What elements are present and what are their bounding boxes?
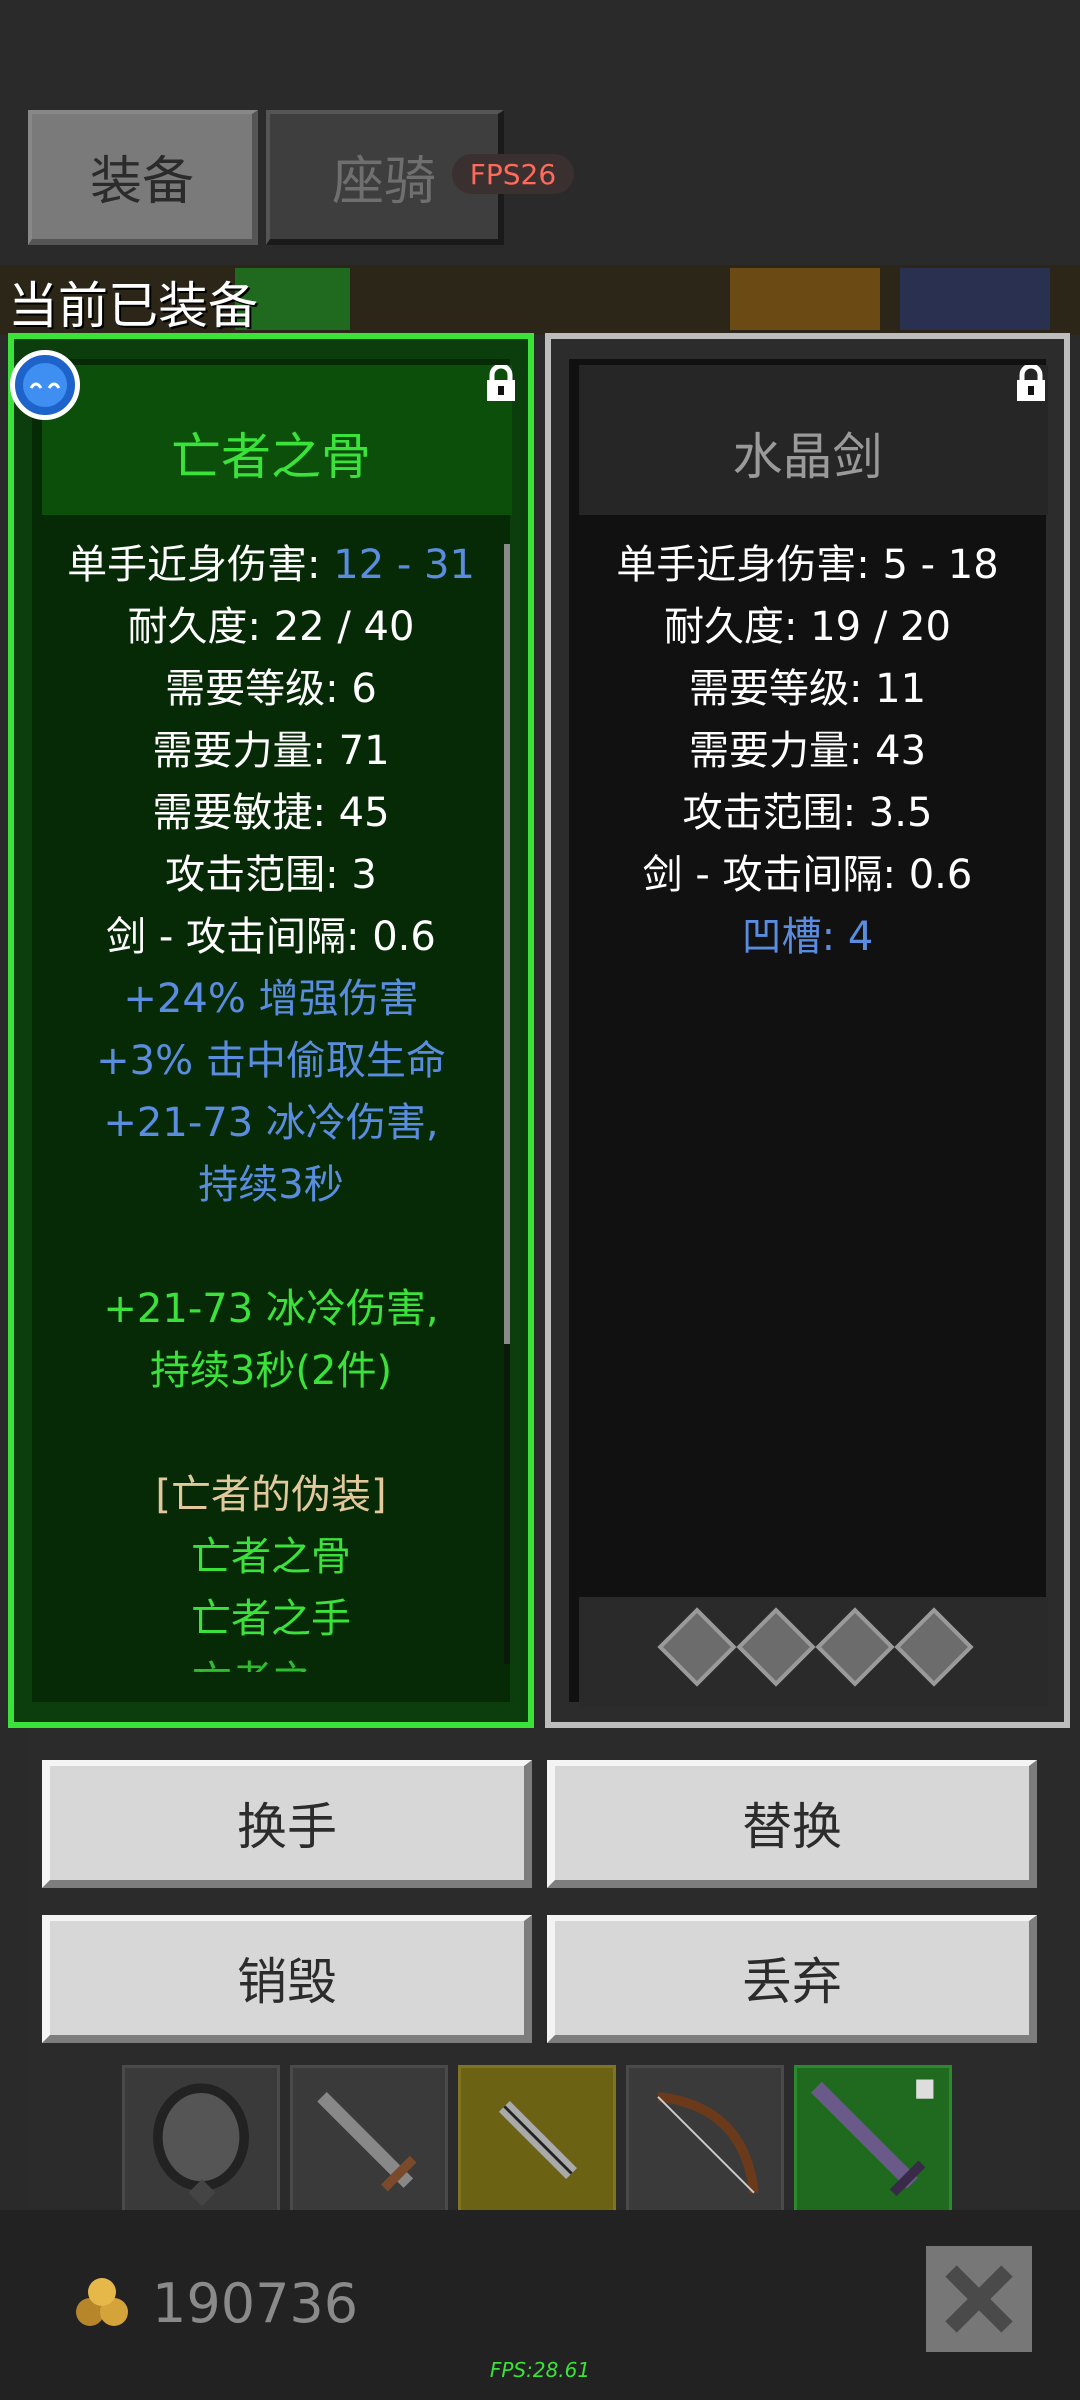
gold-coins-icon: [70, 2274, 134, 2330]
item-stats: 单手近身伤害: 12 - 31 耐久度: 22 / 40 需要等级: 6 需要力…: [14, 534, 528, 1672]
stat-line: 耐久度: 19 / 20: [664, 604, 951, 650]
socket-bar: [579, 1597, 1048, 1707]
set-item: 亡者之骨: [191, 1534, 351, 1580]
inventory-slot-bone-sword[interactable]: [794, 2065, 952, 2213]
inventory-slot-bow[interactable]: [626, 2065, 784, 2213]
sockets-label: 凹槽: 4: [741, 914, 874, 960]
magic-stat: 持续3秒: [198, 1162, 344, 1208]
avatar: [10, 350, 80, 420]
set-bonus: 持续3秒(2件): [149, 1348, 393, 1394]
close-icon: [945, 2265, 1013, 2333]
stat-line: 需要敏捷: 45: [152, 790, 390, 836]
inventory-slot-shield[interactable]: [122, 2065, 280, 2213]
stat-line: 需要力量: 43: [688, 728, 927, 774]
inventory-slot[interactable]: [900, 268, 1050, 330]
stat-line: 剑 - 攻击间隔: 0.6: [106, 914, 436, 960]
close-button[interactable]: [926, 2246, 1032, 2352]
replace-button[interactable]: 替换: [547, 1760, 1037, 1888]
stat-line: 需要力量: 71: [152, 728, 390, 774]
magic-stat: +21-73 冰冷伤害,: [103, 1100, 439, 1146]
compare-item-panel: 水晶剑 单手近身伤害: 5 - 18 耐久度: 19 / 20 需要等级: 11…: [545, 333, 1070, 1728]
stat-line: 耐久度: 22 / 40: [127, 604, 415, 650]
lock-icon[interactable]: [1014, 363, 1048, 403]
stat-value: 12 - 31: [333, 542, 475, 588]
shield-icon: [153, 2083, 249, 2207]
sword-icon: [317, 2092, 417, 2192]
stat-line: 需要等级: 6: [165, 666, 377, 712]
inventory-slot-dagger[interactable]: [458, 2065, 616, 2213]
set-item: 亡者之...: [14, 1650, 528, 1672]
bone-sword-icon: [810, 2079, 934, 2197]
bow-icon: [657, 2092, 759, 2194]
gold-amount: 190736: [152, 2272, 359, 2335]
tab-equipment[interactable]: 装备: [28, 110, 258, 245]
inventory-slot[interactable]: [730, 268, 880, 330]
fps-counter: FPS:28.61: [489, 2358, 591, 2382]
swap-hand-button[interactable]: 换手: [42, 1760, 532, 1888]
stat-line: 剑 - 攻击间隔: 0.6: [642, 852, 973, 898]
stat-line: 攻击范围: 3: [165, 852, 377, 898]
stat-line: 需要等级: 11: [688, 666, 927, 712]
stat-label: 单手近身伤害:: [67, 542, 334, 588]
destroy-button[interactable]: 销毁: [42, 1915, 532, 2043]
magic-stat: +3% 击中偷取生命: [96, 1038, 446, 1084]
inventory-slot-sword[interactable]: [290, 2065, 448, 2213]
stats-scrollbar-thumb[interactable]: [504, 544, 510, 1344]
set-bonus: +21-73 冰冷伤害,: [103, 1286, 439, 1332]
stat-line: 攻击范围: 3.5: [682, 790, 933, 836]
set-name: [亡者的伪装]: [155, 1472, 387, 1518]
stat-line: 单手近身伤害: 5 - 18: [616, 542, 999, 588]
magic-stat: +24% 增强伤害: [123, 976, 419, 1022]
item-name: 水晶剑: [732, 428, 883, 486]
equipped-item-panel: 亡者之骨 单手近身伤害: 12 - 31 耐久度: 22 / 40 需要等级: …: [8, 333, 534, 1728]
set-item: 亡者之手: [191, 1596, 351, 1642]
fps-badge: FPS26: [452, 154, 574, 194]
item-name: 亡者之骨: [171, 428, 371, 486]
section-title: 当前已装备: [8, 277, 258, 335]
lock-icon[interactable]: [484, 363, 518, 403]
dagger-icon: [498, 2100, 577, 2179]
item-stats: 单手近身伤害: 5 - 18 耐久度: 19 / 20 需要等级: 11 需要力…: [551, 534, 1064, 968]
discard-button[interactable]: 丢弃: [547, 1915, 1037, 2043]
